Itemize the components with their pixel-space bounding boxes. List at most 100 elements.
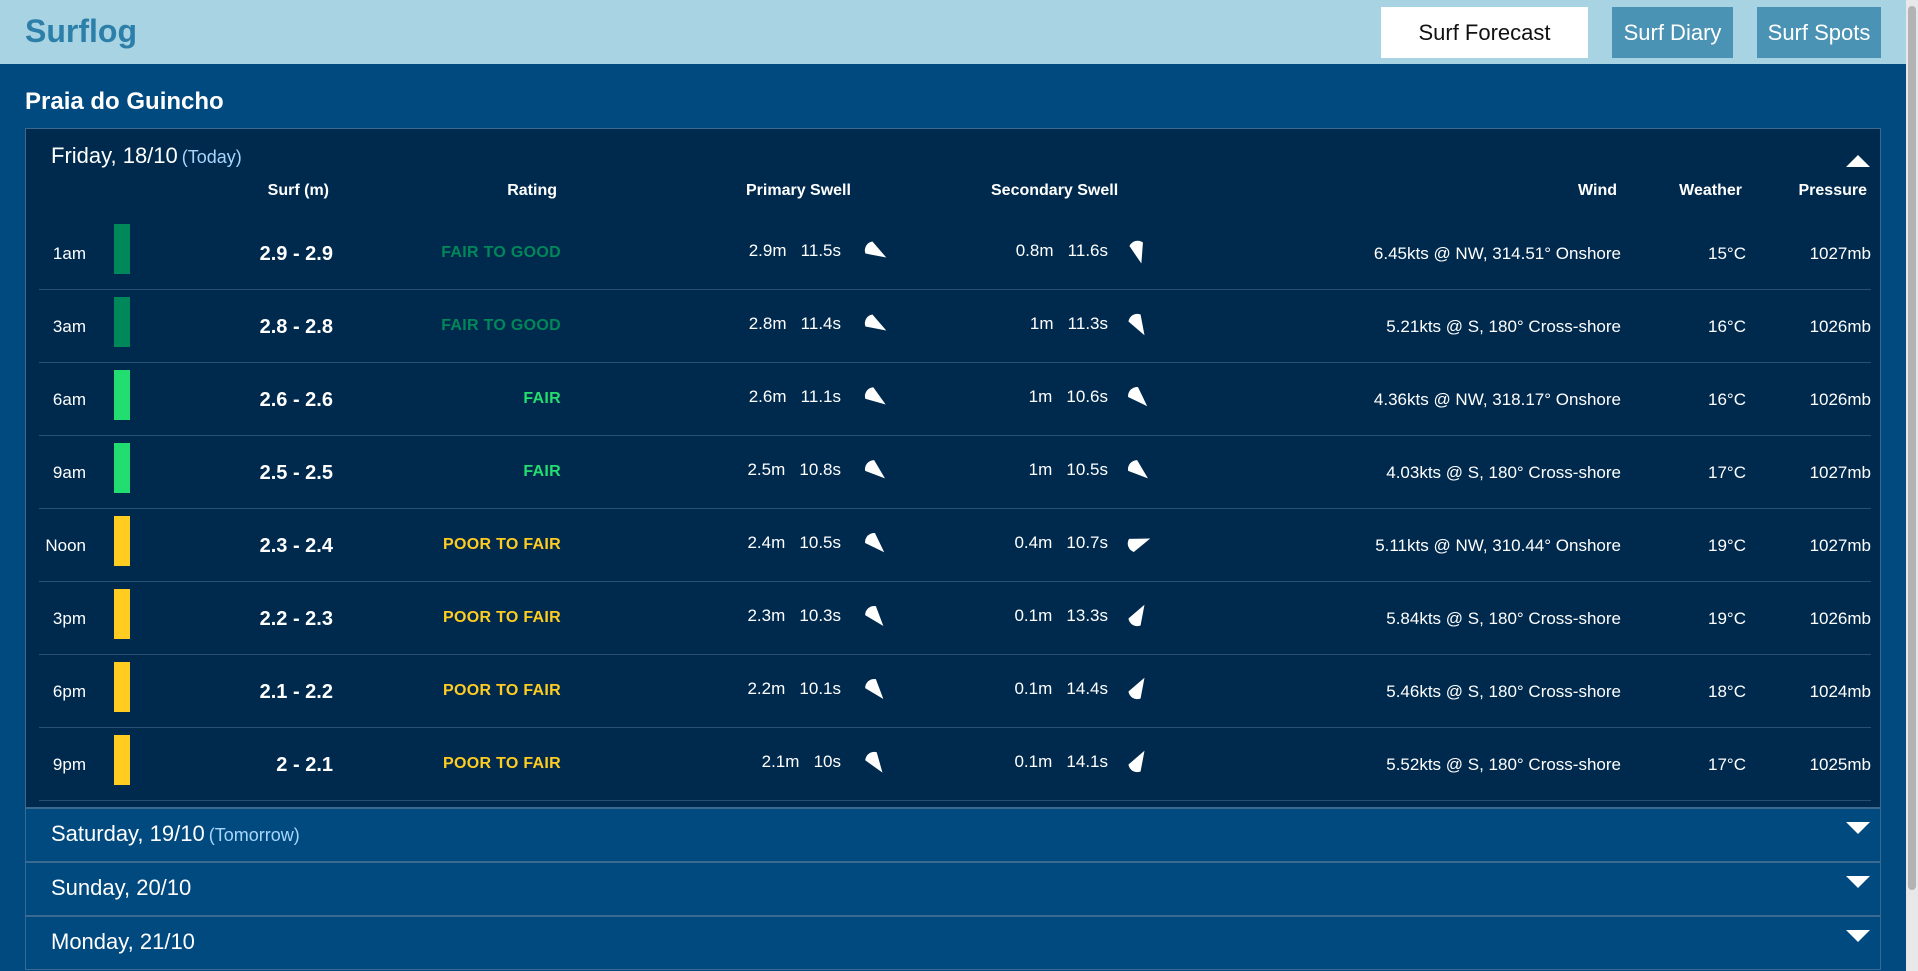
primary-swell-height: 2.8m 11.4s bbox=[748, 314, 841, 333]
wind-value: 4.36kts @ NW, 318.17° Onshore bbox=[1373, 390, 1621, 409]
swell-direction-icon bbox=[865, 751, 883, 773]
wind-value: 5.21kts @ S, 180° Cross-shore bbox=[1386, 317, 1621, 336]
rating-bar bbox=[114, 516, 130, 566]
forecast-row: 6pm 2.1 - 2.2 POOR TO FAIR 2.2m 10.1s 0.… bbox=[39, 656, 1871, 728]
swell-direction-icon bbox=[864, 314, 887, 331]
weather-value: 18°C bbox=[1708, 682, 1746, 701]
rating-bar bbox=[114, 589, 130, 639]
time-label: 6am bbox=[52, 390, 86, 409]
nav-surf-spots-button[interactable]: Surf Spots bbox=[1757, 7, 1881, 58]
weather-value: 17°C bbox=[1708, 755, 1746, 774]
col-header-weather: Weather bbox=[1679, 182, 1742, 199]
swell-direction-icon bbox=[865, 678, 884, 699]
pressure-value: 1024mb bbox=[1809, 682, 1871, 701]
swell-direction-icon bbox=[864, 241, 887, 258]
time-label: Noon bbox=[45, 536, 86, 555]
chevron-down-icon[interactable] bbox=[1846, 822, 1870, 834]
spot-title: Praia do Guincho bbox=[25, 88, 224, 115]
day-header: Saturday, 19/10 (Tomorrow) bbox=[51, 821, 300, 847]
weather-value: 19°C bbox=[1708, 609, 1746, 628]
pressure-value: 1027mb bbox=[1809, 536, 1871, 555]
wind-value: 5.46kts @ S, 180° Cross-shore bbox=[1386, 682, 1621, 701]
primary-swell-height: 2.5m 10.8s bbox=[747, 460, 841, 479]
surf-height: 2 - 2.1 bbox=[276, 754, 333, 776]
primary-swell-height: 2.1m 10s bbox=[761, 752, 841, 771]
rating-label: POOR TO FAIR bbox=[443, 609, 561, 626]
rating-label: FAIR bbox=[523, 390, 561, 407]
swell-direction-icon bbox=[1129, 240, 1143, 264]
rating-bar bbox=[114, 297, 130, 347]
wind-value: 6.45kts @ NW, 314.51° Onshore bbox=[1373, 244, 1621, 263]
col-header-secondary-swell: Secondary Swell bbox=[991, 182, 1119, 199]
day-panel-sunday[interactable]: Sunday, 20/10 bbox=[25, 862, 1881, 916]
chevron-down-icon[interactable] bbox=[1846, 930, 1870, 942]
wind-value: 5.84kts @ S, 180° Cross-shore bbox=[1386, 609, 1621, 628]
swell-direction-icon bbox=[1128, 677, 1145, 700]
day-header: Sunday, 20/10 bbox=[51, 875, 195, 901]
forecast-row: 6am 2.6 - 2.6 FAIR 2.6m 11.1s 1m 10.6s 4… bbox=[39, 364, 1871, 436]
time-label: 9am bbox=[52, 463, 86, 482]
swell-direction-icon bbox=[1128, 313, 1145, 336]
weather-value: 16°C bbox=[1708, 317, 1746, 336]
weather-value: 15°C bbox=[1708, 244, 1746, 263]
surf-height: 2.8 - 2.8 bbox=[259, 316, 333, 338]
rating-bar bbox=[114, 662, 130, 712]
secondary-swell-height: 0.1m 13.3s bbox=[1014, 606, 1108, 625]
primary-swell-height: 2.2m 10.1s bbox=[747, 679, 841, 698]
day-label: Saturday, 19/10 bbox=[51, 821, 205, 846]
time-label: 1am bbox=[52, 244, 86, 263]
rating-label: POOR TO FAIR bbox=[443, 755, 561, 772]
day-tag: (Tomorrow) bbox=[208, 825, 300, 845]
forecast-row: 3am 2.8 - 2.8 FAIR TO GOOD 2.8m 11.4s 1m… bbox=[39, 291, 1871, 363]
swell-direction-icon bbox=[865, 605, 884, 626]
rating-label: FAIR TO GOOD bbox=[441, 317, 561, 334]
secondary-swell-height: 0.1m 14.1s bbox=[1014, 752, 1108, 771]
col-header-pressure: Pressure bbox=[1798, 182, 1868, 199]
day-panel-monday[interactable]: Monday, 21/10 bbox=[25, 916, 1881, 970]
rating-label: POOR TO FAIR bbox=[443, 682, 561, 699]
scrollbar-thumb[interactable] bbox=[1908, 6, 1916, 890]
secondary-swell-height: 1m 10.5s bbox=[1028, 460, 1108, 479]
app-logo[interactable]: Surflog bbox=[25, 13, 137, 50]
day-label: Friday, 18/10 bbox=[51, 143, 178, 168]
day-tag: (Today) bbox=[181, 147, 242, 167]
swell-direction-icon bbox=[864, 460, 885, 479]
rating-label: FAIR TO GOOD bbox=[441, 244, 561, 261]
swell-direction-icon bbox=[1127, 460, 1148, 479]
rating-label: POOR TO FAIR bbox=[443, 536, 561, 553]
secondary-swell-height: 1m 10.6s bbox=[1028, 387, 1108, 406]
pressure-value: 1026mb bbox=[1809, 609, 1871, 628]
swell-direction-icon bbox=[864, 387, 886, 405]
surf-height: 2.2 - 2.3 bbox=[259, 608, 333, 630]
pressure-value: 1026mb bbox=[1809, 390, 1871, 409]
rating-bar bbox=[114, 735, 130, 785]
app-header: Surflog Surf Forecast Surf Diary Surf Sp… bbox=[0, 0, 1906, 64]
chevron-up-icon[interactable] bbox=[1846, 155, 1870, 167]
weather-value: 17°C bbox=[1708, 463, 1746, 482]
nav-surf-diary-button[interactable]: Surf Diary bbox=[1612, 7, 1733, 58]
weather-value: 19°C bbox=[1708, 536, 1746, 555]
secondary-swell-height: 0.8m 11.6s bbox=[1015, 241, 1108, 260]
nav-surf-forecast-button[interactable]: Surf Forecast bbox=[1381, 7, 1588, 58]
chevron-down-icon[interactable] bbox=[1846, 876, 1870, 888]
day-label: Sunday, 20/10 bbox=[51, 875, 192, 900]
rating-bar bbox=[114, 443, 130, 493]
day-panel-saturday[interactable]: Saturday, 19/10 (Tomorrow) bbox=[25, 808, 1881, 862]
secondary-swell-height: 1m 11.3s bbox=[1029, 314, 1108, 333]
col-header-primary-swell: Primary Swell bbox=[746, 182, 851, 199]
primary-swell-height: 2.6m 11.1s bbox=[748, 387, 841, 406]
swell-direction-icon bbox=[1128, 750, 1145, 773]
pressure-value: 1026mb bbox=[1809, 317, 1871, 336]
surf-height: 2.5 - 2.5 bbox=[259, 462, 333, 484]
day-header-today[interactable]: Friday, 18/10 (Today) bbox=[51, 143, 242, 169]
pressure-value: 1027mb bbox=[1809, 463, 1871, 482]
time-label: 3am bbox=[52, 317, 86, 336]
rating-bar bbox=[114, 370, 130, 420]
swell-direction-icon bbox=[1128, 604, 1145, 627]
forecast-row: 3pm 2.2 - 2.3 POOR TO FAIR 2.3m 10.3s 0.… bbox=[39, 583, 1871, 655]
wind-value: 5.11kts @ NW, 310.44° Onshore bbox=[1375, 536, 1621, 555]
wind-value: 5.52kts @ S, 180° Cross-shore bbox=[1386, 755, 1621, 774]
swell-direction-icon bbox=[865, 533, 885, 553]
day-panel-today: Friday, 18/10 (Today) Surf (m) Rating Pri… bbox=[25, 128, 1881, 808]
time-label: 3pm bbox=[52, 609, 86, 628]
